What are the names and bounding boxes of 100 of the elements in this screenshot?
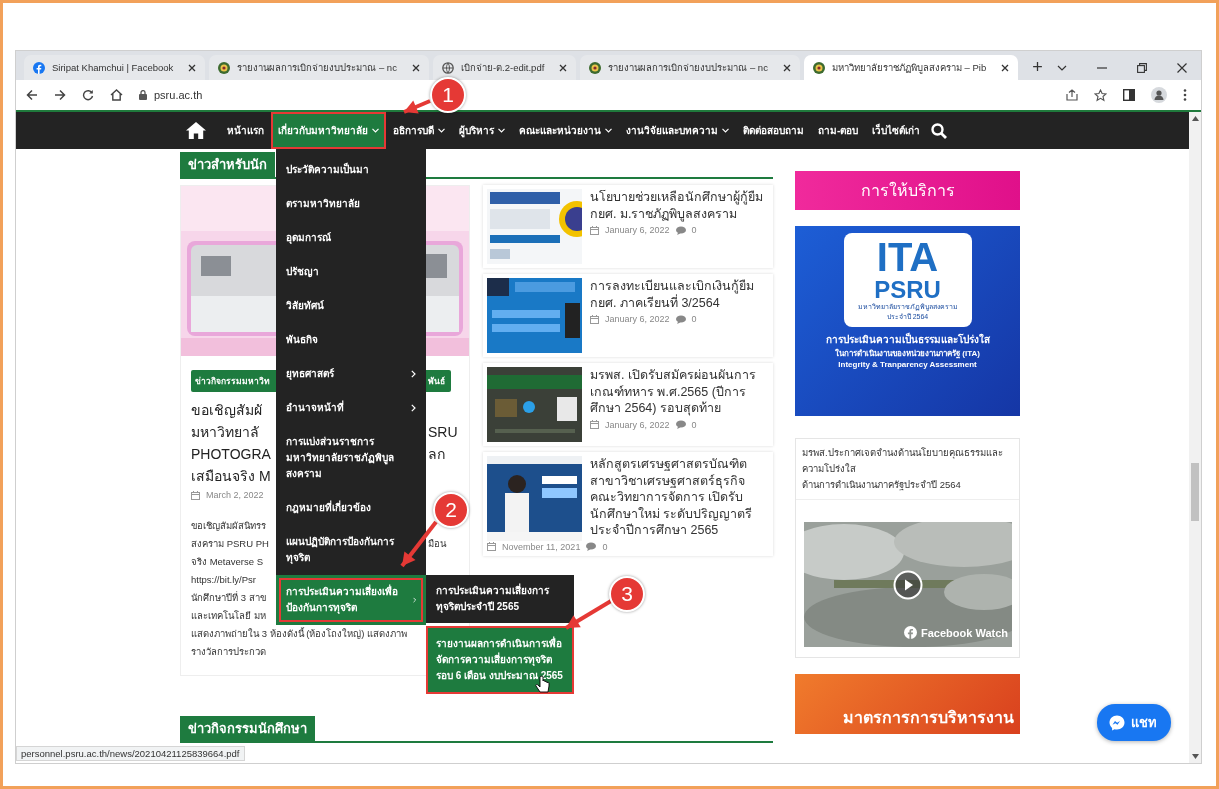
close-icon[interactable] bbox=[1177, 62, 1187, 73]
news-title[interactable]: หลักสูตรเศรษฐศาสตรบัณฑิต สาขาวิชาเศรษฐศาสตร์ธุรกิจ คณะวิทยาการจัดการ เปิดรับนักศึกษาใหม่ ระดับปริญญาตรี ประจำปีการศึกษา 2565 bbox=[487, 456, 767, 539]
browser-tab[interactable]: Siripat Khamchui | Facebook bbox=[24, 55, 206, 80]
video-label: Facebook Watch bbox=[921, 626, 1008, 639]
chevron-down-icon[interactable] bbox=[1057, 64, 1067, 71]
scroll-down-icon[interactable] bbox=[1191, 754, 1199, 759]
play-icon[interactable] bbox=[893, 570, 923, 600]
profile-icon[interactable] bbox=[1151, 87, 1167, 103]
seal-icon bbox=[812, 61, 825, 74]
sidebar-icon[interactable] bbox=[1123, 89, 1135, 101]
notice-text: ด้านการดำเนินงานภาครัฐประจำปี 2564 bbox=[802, 478, 962, 493]
scrollbar-thumb[interactable] bbox=[1191, 463, 1199, 521]
post-date: January 6, 2022 bbox=[605, 419, 670, 430]
nav-item[interactable]: เกี่ยวกับมหาวิทยาลัย bbox=[271, 112, 386, 149]
menu-item[interactable]: ยุทธศาสตร์ bbox=[276, 357, 426, 391]
section-heading: ข่าวสำหรับนัก bbox=[180, 152, 275, 177]
menu-item[interactable]: การแบ่งส่วนราชการมหาวิทยาลัยราชภัฏพิบูลสงคราม bbox=[276, 425, 426, 491]
menu-item[interactable]: อำนาจหน้าที่ bbox=[276, 391, 426, 425]
comment-count: 0 bbox=[691, 314, 697, 324]
address-field[interactable]: psru.ac.th bbox=[154, 89, 203, 101]
comment-icon bbox=[675, 314, 686, 324]
menu-item[interactable]: ประวัติความเป็นมา bbox=[276, 153, 426, 187]
nav-item[interactable]: เว็บไซต์เก่า bbox=[865, 112, 928, 149]
menu-item[interactable]: พันธกิจ bbox=[276, 323, 426, 357]
forward-icon[interactable] bbox=[54, 89, 66, 101]
nav-item[interactable]: อธิการบดี bbox=[386, 112, 452, 149]
menu-item[interactable]: การประเมินความเสี่ยงการทุจริตประจำปี 2565 bbox=[426, 575, 574, 623]
close-icon[interactable] bbox=[188, 63, 197, 72]
story-excerpt: แสดงภาพถ่ายใน 3 ห้องดังนี้ (ห้องโถงใหญ่) แสดงภาพ bbox=[191, 626, 408, 641]
menu-item[interactable]: รายงานผลการดำเนินการเพื่อจัดการความเสี่ยงการทุจริตรอบ 6 เดือน งบประมาณ 2565 bbox=[426, 626, 574, 694]
comment-count: 0 bbox=[602, 541, 608, 552]
story-title[interactable]: ลก bbox=[428, 443, 445, 465]
caret-icon bbox=[605, 128, 612, 133]
story-title[interactable]: SRU bbox=[428, 421, 458, 443]
browser-tab[interactable]: รายงานผลการเบิกจ่ายงบประมาณ – nc bbox=[580, 55, 800, 80]
nav-item[interactable]: หน้าแรก bbox=[220, 112, 271, 149]
reload-icon[interactable] bbox=[82, 89, 94, 101]
menu-item[interactable]: แผนปฏิบัติการป้องกันการทุจริต bbox=[276, 525, 426, 575]
restore-icon[interactable] bbox=[1137, 62, 1147, 73]
chevron-right-icon bbox=[412, 596, 416, 604]
post-date: January 6, 2022 bbox=[605, 225, 670, 235]
minimize-icon[interactable] bbox=[1097, 66, 1107, 69]
home-icon[interactable] bbox=[110, 89, 123, 101]
comment-count: 0 bbox=[691, 225, 697, 235]
story-title[interactable]: ขอเชิญสัมผั bbox=[191, 399, 262, 421]
comment-icon bbox=[675, 420, 686, 429]
close-icon[interactable] bbox=[411, 63, 420, 72]
menu-item[interactable]: อุดมการณ์ bbox=[276, 221, 426, 255]
new-tab-button[interactable]: + bbox=[1022, 55, 1053, 80]
promo-banner[interactable]: มาตรการการบริหารงาน bbox=[795, 674, 1020, 734]
scroll-up-icon[interactable] bbox=[1191, 116, 1199, 121]
section-heading: ข่าวกิจกรรมนักศึกษา bbox=[180, 716, 315, 741]
menu-item[interactable]: กฎหมายที่เกี่ยวข้อง bbox=[276, 491, 426, 525]
menu-item[interactable]: ปรัชญา bbox=[276, 255, 426, 289]
browser-tab[interactable]: เบิกจ่าย-ต.2-edit.pdf bbox=[432, 55, 577, 80]
story-title[interactable]: มหาวิทยาลั bbox=[191, 421, 259, 443]
story-excerpt: มือน bbox=[428, 537, 446, 551]
banner-text: การประเมินความเป็นธรรมและโปร่งใส bbox=[825, 332, 990, 347]
close-icon[interactable] bbox=[782, 63, 791, 72]
story-title[interactable]: เสมือนจริง M bbox=[191, 465, 271, 487]
caret-icon bbox=[372, 128, 379, 133]
facebook-icon bbox=[33, 61, 45, 74]
tag-label: ข่าวกิจกรรมมหาวิท bbox=[195, 375, 270, 388]
menu-item[interactable]: วิสัยทัศน์ bbox=[276, 289, 426, 323]
callout-arrow bbox=[564, 599, 613, 630]
nav-item[interactable]: คณะและหน่วยงาน bbox=[512, 112, 619, 149]
back-icon[interactable] bbox=[26, 89, 38, 101]
facebook-icon bbox=[904, 626, 917, 639]
seal-icon bbox=[218, 61, 231, 74]
share-icon[interactable] bbox=[1066, 89, 1078, 101]
calendar-icon bbox=[487, 542, 496, 551]
chevron-right-icon bbox=[411, 404, 416, 412]
chevron-right-icon bbox=[411, 370, 416, 378]
menu-item[interactable]: การประเมินความเสี่ยงเพื่อป้องกันการทุจริต bbox=[276, 575, 426, 625]
home-icon[interactable] bbox=[186, 122, 206, 139]
nav-item[interactable]: ติดต่อสอบถาม bbox=[736, 112, 811, 149]
story-excerpt: จริง Metaverse S bbox=[191, 555, 263, 569]
browser-tab[interactable]: มหาวิทยาลัยราชภัฏพิบูลสงคราม – Pib bbox=[803, 55, 1019, 80]
lock-icon[interactable] bbox=[139, 90, 147, 100]
tag-label: พันธ์ bbox=[428, 375, 445, 388]
nav-item[interactable]: ถาม-ตอบ bbox=[811, 112, 866, 149]
star-icon[interactable] bbox=[1094, 88, 1107, 102]
browser-tab[interactable]: รายงานผลการเบิกจ่ายงบประมาณ – nc bbox=[209, 55, 429, 80]
banner-text: ในการดำเนินงานของหน่วยงานภาครัฐ (ITA) bbox=[835, 348, 980, 360]
news-title[interactable]: มรพส. เปิดรับสมัครผ่อนผันการเกณฑ์ทหาร พ.ศ.2565 (ปีการศึกษา 2564) รอบสุดท้าย bbox=[487, 367, 767, 417]
more-menu-icon[interactable] bbox=[1183, 89, 1187, 101]
close-icon[interactable] bbox=[559, 63, 568, 72]
story-title[interactable]: PHOTOGRA bbox=[191, 443, 271, 465]
chat-button[interactable]: แชท bbox=[1097, 704, 1171, 741]
search-icon[interactable] bbox=[931, 122, 948, 139]
close-icon[interactable] bbox=[1001, 63, 1010, 72]
news-title[interactable]: การลงทะเบียนและเบิกเงินกู้ยืม กยศ. ภาคเรียนที่ 3/2564 bbox=[487, 278, 767, 311]
news-title[interactable]: นโยบายช่วยเหลือนักศึกษาผู้กู้ยืม กยศ. ม.ราชภัฏพิบูลสงคราม bbox=[487, 189, 767, 222]
nav-item[interactable]: ผู้บริหาร bbox=[452, 112, 512, 149]
callout-arrow bbox=[403, 99, 431, 114]
caret-icon bbox=[438, 128, 445, 133]
caret-icon bbox=[722, 128, 729, 133]
story-excerpt: สงคราม PSRU PH bbox=[191, 537, 269, 551]
nav-item[interactable]: งานวิจัยและบทความ bbox=[619, 112, 736, 149]
story-excerpt: ขอเชิญสัมผัสนิทรร bbox=[191, 519, 266, 533]
